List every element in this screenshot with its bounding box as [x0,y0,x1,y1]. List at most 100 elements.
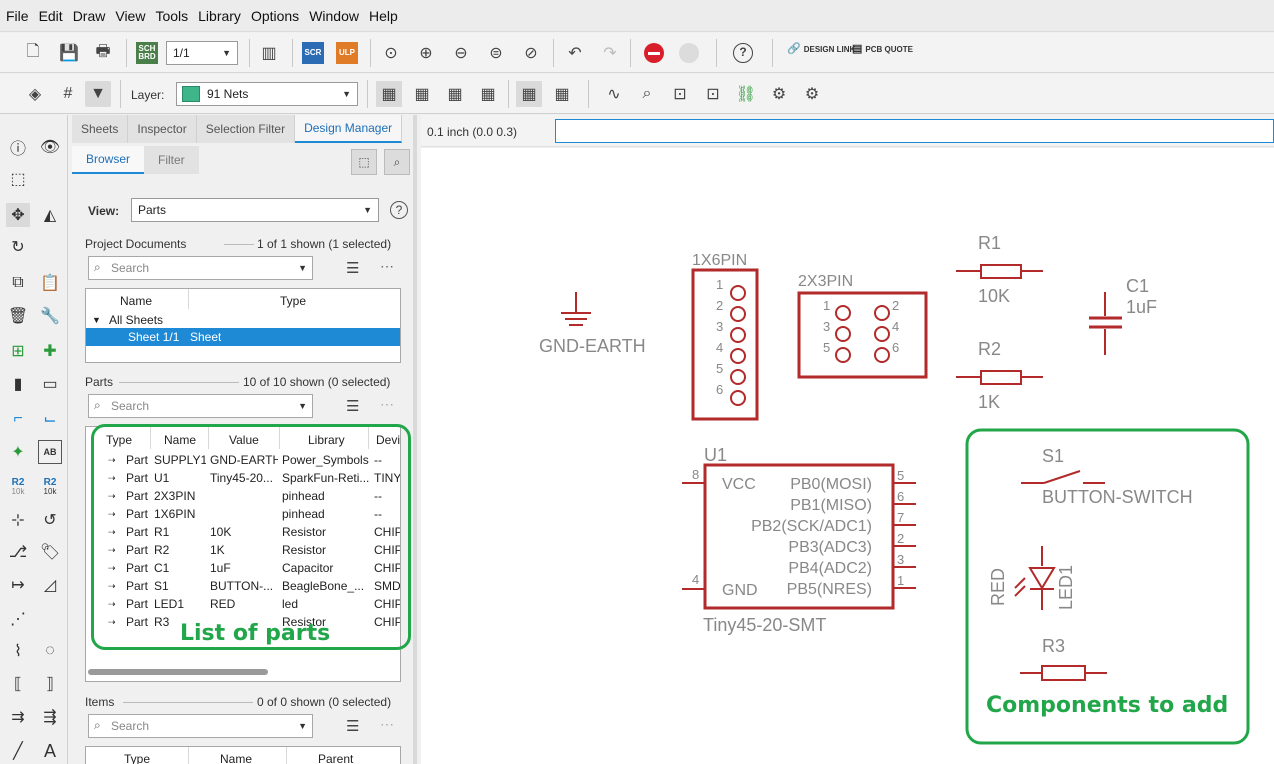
miter-icon[interactable]: ◿ [38,573,62,597]
zoom-in-icon[interactable]: ⊕ [413,40,439,66]
layers-icon[interactable]: ◈ [22,81,48,107]
col-type[interactable]: Type [280,294,306,308]
mirror-icon[interactable]: ◭ [38,203,62,227]
ulp-button[interactable]: ULP [336,42,358,64]
view-help-icon[interactable]: ? [387,198,411,222]
list-options-icon[interactable]: ☰ [346,259,359,277]
col-parent[interactable]: Parent [318,752,353,764]
more-options-icon[interactable]: ⋯ [380,716,395,733]
c1-symbol[interactable] [1089,292,1122,355]
add-link-icon[interactable]: ⛓ [733,81,759,107]
tree-row-all-sheets[interactable]: ▼ All Sheets [86,311,400,329]
col-type[interactable]: Type [106,433,132,447]
r2-symbol[interactable] [956,370,1043,385]
zoom-redraw-icon[interactable]: ⊜ [483,40,509,66]
select-mode-icon[interactable]: ⬚ [351,149,377,175]
settings-2-icon[interactable]: ⚙ [799,81,825,107]
view-layout-2-icon[interactable]: ▦ [549,81,575,107]
zoom-out-icon[interactable]: ⊖ [448,40,474,66]
grid-icon[interactable]: # [55,81,81,107]
align-layout-1-icon[interactable]: ▦ [376,81,402,107]
menu-window[interactable]: Window [309,8,359,24]
bus-entry-icon[interactable]: ↦ [6,573,30,597]
paste-icon[interactable]: 📋 [38,271,62,295]
table-row[interactable]: ⇢ Part 1X6PIN pinhead -- [86,505,400,523]
probe-icon[interactable]: ⌕ [634,81,660,107]
undo-icon[interactable]: ↶ [562,40,588,66]
menu-library[interactable]: Library [198,8,241,24]
net-icon[interactable]: ⌙ [38,407,62,431]
more-options-icon[interactable]: ⋯ [380,258,395,275]
add-pin-icon[interactable]: ✚ [38,339,62,363]
save-icon[interactable]: 💾 [56,40,82,66]
table-row[interactable]: ⇢ Part LED1 RED led CHIP [86,595,400,613]
design-link-button[interactable]: 🔗 DESIGN LINK [787,44,855,55]
pcb-quote-button[interactable]: ▤ PCB QUOTE [852,44,913,55]
eye-icon[interactable]: 👁 [38,135,62,159]
text-icon[interactable]: A [38,739,62,763]
menu-help[interactable]: Help [369,8,398,24]
tag-icon[interactable]: 🏷 [38,540,62,564]
replace-icon[interactable]: ▮ [6,372,30,396]
tab-inspector[interactable]: Inspector [128,115,197,143]
align-layout-4-icon[interactable]: ▦ [475,81,501,107]
align-layout-3-icon[interactable]: ▦ [442,81,468,107]
table-row[interactable]: ⇢ Part S1 BUTTON-... BeagleBone_... SMD- [86,577,400,595]
led-symbol[interactable] [1014,546,1056,610]
redo-icon[interactable]: ↷ [597,40,623,66]
part-icon-a[interactable]: ⊡ [667,81,693,107]
slice-icon[interactable]: ⋰ [6,607,30,631]
new-file-icon[interactable]: 🗋 [20,40,46,66]
table-row[interactable]: ⇢ Part C1 1uF Capacitor CHIP [86,559,400,577]
settings-icon[interactable]: ⚙ [766,81,792,107]
list-options-icon[interactable]: ☰ [346,717,359,735]
zoom-to-icon[interactable]: ⌕ [384,149,410,175]
r3-symbol[interactable] [1020,665,1107,681]
col-name[interactable]: Name [220,752,252,764]
project-search-input[interactable]: ⌕ Search ▼ [88,256,313,280]
stop-icon[interactable] [641,40,667,66]
parts-search-input[interactable]: ⌕ Search ▼ [88,394,313,418]
view-layout-1-icon[interactable]: ▦ [516,81,542,107]
sheet-select[interactable]: 1/1 ▼ [166,41,238,65]
menu-draw[interactable]: Draw [73,8,106,24]
tab-selection-filter[interactable]: Selection Filter [196,115,296,143]
zoom-fit-icon[interactable]: ⊙ [378,40,404,66]
schematic-canvas[interactable]: GND-EARTH 1X6PIN 1 2 3 4 5 6 2X3PIN 1 2 … [421,148,1274,764]
menu-tools[interactable]: Tools [155,8,188,24]
table-row[interactable]: ⇢ Part 2X3PIN pinhead -- [86,487,400,505]
wrench-icon[interactable]: 🔧 [38,304,62,328]
sch-brd-switch-button[interactable]: SCH BRD [136,42,158,64]
r1-symbol[interactable] [956,264,1043,279]
value-icon[interactable]: R2 10k [38,475,62,499]
delete-icon[interactable]: 🗑 [6,304,30,328]
zoom-select-icon[interactable]: ⊘ [518,40,544,66]
info-icon[interactable]: ⓘ [6,135,30,159]
col-type[interactable]: Type [124,752,150,764]
table-row[interactable]: ⇢ Part SUPPLY1 GND-EARTH Power_Symbols -- [86,451,400,469]
gate-icon[interactable]: ▭ [38,372,62,396]
wire-icon[interactable]: ⌐ [6,407,30,431]
optimize-icon[interactable]: ↺ [38,508,62,532]
table-row[interactable]: ⇢ Part U1 Tiny45-20... SparkFun-Reti... TINY [86,469,400,487]
table-row[interactable]: ⇢ Part R1 10K Resistor CHIP [86,523,400,541]
invoke-icon[interactable]: ⎇ [6,540,30,564]
rotate-icon[interactable]: ↻ [6,235,30,259]
copy-icon[interactable]: ⧉ [6,271,30,295]
col-name[interactable]: Name [164,433,196,447]
print-icon[interactable]: 🖶 [90,40,116,66]
tab-filter[interactable]: Filter [144,146,199,174]
join-icon[interactable]: ⇉ [6,705,30,729]
line-icon[interactable]: ╱ [6,739,30,763]
s1-symbol[interactable] [1021,470,1105,484]
dash-circle-icon[interactable]: ◌ [38,639,62,663]
tab-browser[interactable]: Browser [72,146,145,174]
attribute-icon[interactable]: ⌇ [6,639,30,663]
x1x6-body[interactable] [691,268,759,421]
menu-view[interactable]: View [115,8,145,24]
label-icon[interactable]: AB [38,440,62,464]
add-part-icon[interactable]: ⊞ [6,339,30,363]
view-select[interactable]: Parts ▼ [131,198,379,222]
split-icon[interactable]: ⊹ [6,508,30,532]
tree-row-sheet[interactable]: Sheet 1/1 Sheet [86,328,400,346]
